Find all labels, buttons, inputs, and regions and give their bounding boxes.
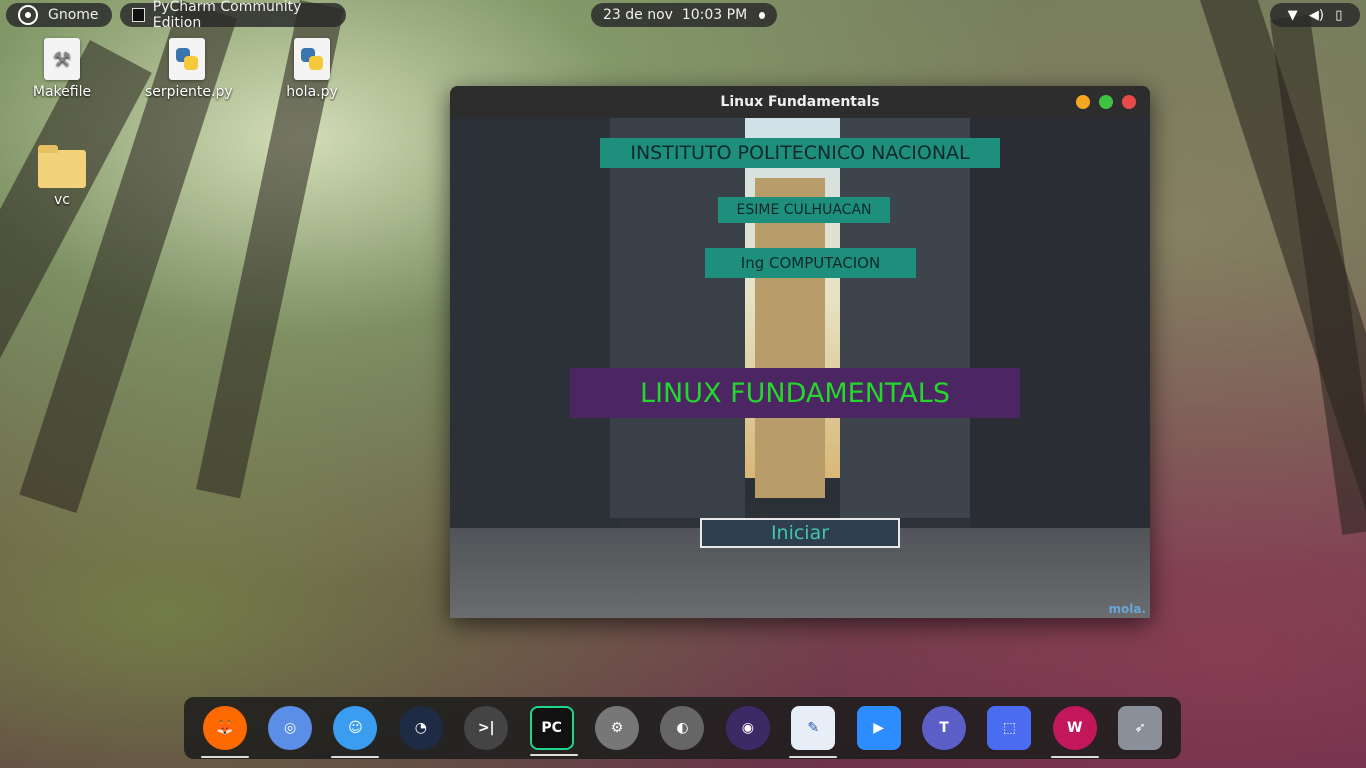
toggle-icon: ◐ [676,720,689,736]
python-file-icon [294,38,330,80]
dock-item-settings[interactable]: ⚙ [595,706,640,750]
pycharm-icon [132,8,145,22]
desktop-icon-label: Makefile [32,84,92,100]
dock-item-chromium[interactable]: ◎ [268,706,313,750]
clock-label: 23 de nov 10:03 PM [603,7,748,23]
dock-item-text-editor[interactable]: ✎ [789,706,838,758]
launcher-icon: ➶ [1134,720,1147,736]
close-button[interactable] [1122,95,1136,109]
watermark-logo: mola. [1108,602,1146,616]
background-building [840,118,980,518]
background-building [450,118,620,538]
clock-button[interactable]: 23 de nov 10:03 PM [591,3,777,27]
dock-item-firefox[interactable]: 🦊 [200,706,249,758]
folder-icon [38,145,86,188]
app-window: Linux Fundamentals INSTITUTO POLITECNICO… [450,86,1150,618]
activities-label: Gnome [48,7,99,23]
screenshot-icon: ⬚ [1002,720,1016,736]
minimize-button[interactable] [1076,95,1090,109]
volume-icon: ◀) [1308,7,1324,23]
background-building [610,118,745,518]
wifi-icon: ▼ [1287,7,1298,23]
system-tray[interactable]: ▼ ◀) ▯ [1270,3,1360,27]
app-menu-button[interactable]: PyCharm Community Edition [120,0,346,31]
course-title: LINUX FUNDAMENTALS [570,368,1020,418]
window-titlebar[interactable]: Linux Fundamentals [450,86,1150,118]
app-w-icon: W [1067,720,1083,736]
start-button[interactable]: Iniciar [700,518,900,548]
activities-button[interactable]: Gnome [6,3,112,27]
desktop-icon-label: vc [54,192,70,208]
app-menu-label: PyCharm Community Edition [152,0,302,31]
dock-item-speedometer[interactable]: ◔ [398,706,443,750]
dock-item-zoom[interactable]: ▶ [856,706,901,750]
school-label: ESIME CULHUACAN [718,197,890,223]
speedometer-icon: ◔ [414,720,427,736]
settings-icon: ⚙ [610,720,624,736]
dock-item-app-w[interactable]: W [1050,706,1099,758]
teams-icon: T [939,720,949,736]
background-tower [755,178,825,498]
desktop-icon-vc[interactable]: vc [20,145,104,208]
desktop-icon-serpiente[interactable]: serpiente.py [145,38,233,100]
battery-icon: ▯ [1335,7,1343,23]
desktop-icon-hola[interactable]: hola.py [270,38,354,100]
python-file-icon [169,38,205,80]
pycharm-icon: PC [541,720,562,736]
window-title: Linux Fundamentals [720,94,880,110]
top-bar: Gnome PyCharm Community Edition 23 de no… [0,0,1366,31]
notification-dot-icon [759,11,765,19]
ubuntu-logo-icon [18,5,38,25]
hammer-icon: ⚒ [44,38,80,80]
dock-item-camera[interactable]: ◉ [725,706,770,750]
dock-item-terminal[interactable]: >| [464,706,509,750]
dock-item-screenshot[interactable]: ⬚ [987,706,1032,750]
desktop-icon-label: hola.py [286,84,338,100]
desktop-icon-makefile[interactable]: ⚒ Makefile [20,38,104,100]
text-editor-icon: ✎ [807,720,820,736]
institute-label: INSTITUTO POLITECNICO NACIONAL [600,138,1000,168]
chromium-icon: ◎ [283,720,297,736]
camera-icon: ◉ [741,720,754,736]
dock-item-launcher[interactable]: ➶ [1118,706,1163,750]
app-canvas: INSTITUTO POLITECNICO NACIONAL ESIME CUL… [450,118,1150,618]
desktop-icon-label: serpiente.py [145,84,233,100]
zoom-icon: ▶ [873,720,884,736]
dock: 🦊 ◎ ☺ ◔ >| PC ⚙ ◐ ◉ ✎ ▶ T ⬚ W ➶ [184,697,1181,759]
dock-item-finder[interactable]: ☺ [331,706,380,758]
tree-trunk [1270,14,1366,535]
background-building [970,118,1150,548]
dock-item-pycharm[interactable]: PC [529,706,578,756]
dock-item-teams[interactable]: T [921,706,966,750]
dock-item-toggle[interactable]: ◐ [660,706,705,750]
maximize-button[interactable] [1099,95,1113,109]
finder-icon: ☺ [348,720,363,736]
firefox-icon: 🦊 [215,720,234,736]
terminal-icon: >| [477,720,495,736]
career-label: Ing COMPUTACION [705,248,916,278]
